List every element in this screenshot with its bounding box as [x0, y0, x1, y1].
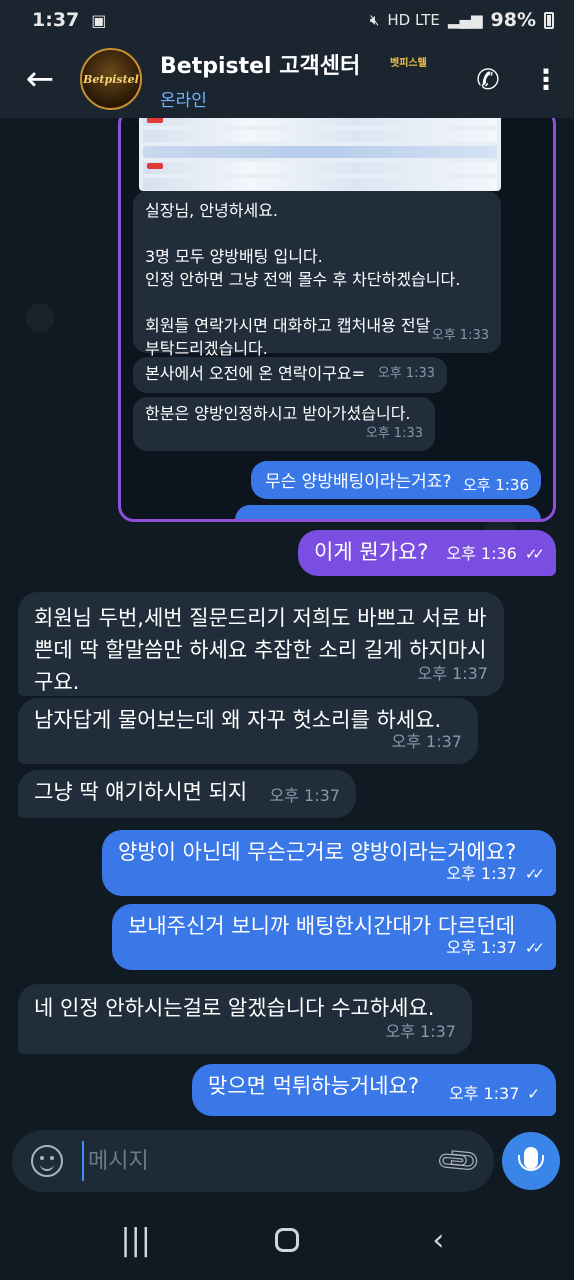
- message-input[interactable]: [82, 1141, 424, 1181]
- message-outgoing[interactable]: 이게 뭔가요? 오후 1:36 ✓✓: [298, 530, 556, 576]
- table-row: [143, 178, 497, 190]
- paperclip-icon: 📎︎: [433, 1135, 485, 1187]
- double-check-icon: ✓✓: [524, 865, 545, 883]
- mute-icon: 🔇︎: [369, 11, 380, 29]
- recent-apps-button[interactable]: |||: [106, 1215, 166, 1265]
- table-row: [143, 146, 497, 158]
- table-row: [143, 162, 497, 174]
- message-time: 오후 1:37: [448, 1084, 520, 1103]
- message-text: 그냥 딱 얘기하시면 되지: [34, 780, 248, 804]
- system-navigation-bar: ||| ‹: [0, 1200, 574, 1280]
- quoted-message-text: 무슨 양방배팅이라는거죠?: [265, 472, 452, 492]
- message-incoming[interactable]: 그냥 딱 얘기하시면 되지 오후 1:37: [18, 770, 356, 818]
- message-meta: 오후 1:37 ✓✓: [446, 858, 545, 890]
- battery-icon: [544, 11, 554, 29]
- network-indicators: HD LTE: [387, 11, 440, 29]
- message-time: 오후 1:33: [365, 426, 423, 441]
- arrow-left-icon: ←: [25, 59, 55, 99]
- message-time: 오후 1:36: [446, 544, 517, 563]
- quoted-outgoing-message: 무슨 양방배팅이라는거죠? 오후 1:36: [251, 461, 541, 499]
- message-text: 맞으면 먹튀하능거네요?: [208, 1074, 420, 1098]
- quoted-message-text: 본사에서 오전에 온 연락이구요=: [145, 364, 366, 383]
- double-check-icon: ✓✓: [524, 939, 545, 957]
- message-time: 오후 1:36: [462, 476, 529, 494]
- emoji-button[interactable]: [12, 1145, 82, 1177]
- message-text: 이게 뭔가요?: [314, 540, 429, 564]
- chevron-left-icon: ‹: [432, 1222, 445, 1258]
- emoji-icon: [31, 1145, 63, 1177]
- phone-icon: ✆: [476, 62, 500, 96]
- more-vertical-icon: ⋮: [532, 62, 560, 96]
- message-outgoing[interactable]: 양방이 아닌데 무슨근거로 양방이라는거에요? 오후 1:37 ✓✓: [102, 830, 556, 896]
- message-time: 오후 1:33: [377, 366, 435, 381]
- message-input-container: 📎︎: [12, 1130, 494, 1192]
- battery-level: 98%: [490, 9, 536, 31]
- system-back-button[interactable]: ‹: [408, 1215, 468, 1265]
- quoted-message: 한분은 양방인정하시고 받아가셨습니다. 오후 1:33: [133, 397, 435, 451]
- title-badge: 벳피스텔: [390, 58, 427, 69]
- table-row: [143, 118, 497, 126]
- check-icon: ✓: [527, 1085, 540, 1103]
- message-meta: 오후 1:37 ✓✓: [446, 932, 545, 964]
- betting-table-thumbnail: [139, 118, 501, 191]
- message-meta: 오후 1:37 ✓: [449, 1078, 540, 1110]
- table-row: [143, 130, 497, 142]
- chat-header: ← Betpistel Betpistel 고객센터 온라인 벳피스텔 ✆ ⋮: [0, 40, 574, 118]
- call-button[interactable]: ✆: [458, 63, 518, 96]
- status-indicators: 🔇︎ HD LTE ▂▄▆ 98%: [370, 9, 554, 31]
- message-time: 오후 1:37: [269, 786, 340, 805]
- message-outgoing[interactable]: 보내주신거 보니까 배팅한시간대가 다르던데 오후 1:37 ✓✓: [112, 904, 556, 970]
- message-incoming[interactable]: 회원님 두번,세번 질문드리기 저희도 바쁘고 서로 바쁜데 딱 할말씀만 하세…: [18, 592, 504, 696]
- quoted-message: 실장님, 안녕하세요. 3명 모두 양방배팅 입니다. 인정 안하면 그냥 전액…: [133, 191, 501, 358]
- quoted-message: 본사에서 오전에 온 연락이구요= 오후 1:33: [133, 357, 447, 393]
- message-time: 오후 1:37: [446, 938, 517, 957]
- chat-online-status: 온라인: [160, 90, 207, 111]
- double-check-icon: ✓✓: [524, 545, 545, 563]
- message-incoming[interactable]: 남자답게 물어보는데 왜 자꾸 헛소리를 하세요. 오후 1:37: [18, 698, 478, 764]
- message-composer: 📎︎: [0, 1124, 574, 1200]
- message-meta: 오후 1:36 ✓✓: [446, 538, 545, 570]
- status-time: 1:37: [32, 9, 80, 31]
- message-time: 오후 1:37: [446, 864, 517, 883]
- message-time: 오후 1:33: [431, 328, 489, 343]
- attach-button[interactable]: 📎︎: [421, 1125, 497, 1197]
- message-outgoing[interactable]: 맞으면 먹튀하능거네요? 오후 1:37 ✓: [192, 1064, 556, 1116]
- message-time: 오후 1:37: [391, 732, 462, 751]
- signal-icon: ▂▄▆: [447, 11, 483, 29]
- back-button[interactable]: ←: [0, 40, 80, 118]
- message-incoming[interactable]: 네 인정 안하시는걸로 알겠습니다 수고하세요. 오후 1:37: [18, 984, 472, 1054]
- live-badge: [147, 118, 163, 123]
- status-bar: 1:37 ▣ 🔇︎ HD LTE ▂▄▆ 98%: [0, 0, 574, 40]
- avatar-logo-text: Betpistel: [83, 72, 139, 86]
- message-text: 남자답게 물어보는데 왜 자꾸 헛소리를 하세요.: [34, 708, 442, 732]
- voice-record-button[interactable]: [502, 1132, 560, 1190]
- gallery-notification-icon: ▣: [91, 10, 107, 30]
- attached-screenshot[interactable]: 실장님, 안녕하세요. 3명 모두 양방배팅 입니다. 인정 안하면 그냥 전액…: [118, 118, 556, 522]
- recent-apps-icon: |||: [120, 1222, 151, 1258]
- message-time: 오후 1:37: [417, 664, 488, 683]
- home-icon: [274, 1228, 299, 1252]
- more-menu-button[interactable]: ⋮: [518, 63, 574, 96]
- message-text: 네 인정 안하시는걸로 알겠습니다 수고하세요.: [34, 996, 435, 1020]
- message-time: 오후 1:37: [385, 1022, 456, 1041]
- live-badge: [147, 163, 163, 169]
- home-button[interactable]: [257, 1215, 317, 1265]
- chat-messages-area[interactable]: 실장님, 안녕하세요. 3명 모두 양방배팅 입니다. 인정 안하면 그냥 전액…: [0, 118, 574, 1124]
- microphone-icon: [518, 1147, 544, 1171]
- quoted-outgoing-message-partial: [235, 505, 541, 519]
- chat-title: Betpistel 고객센터: [160, 53, 361, 79]
- avatar[interactable]: Betpistel: [80, 48, 142, 110]
